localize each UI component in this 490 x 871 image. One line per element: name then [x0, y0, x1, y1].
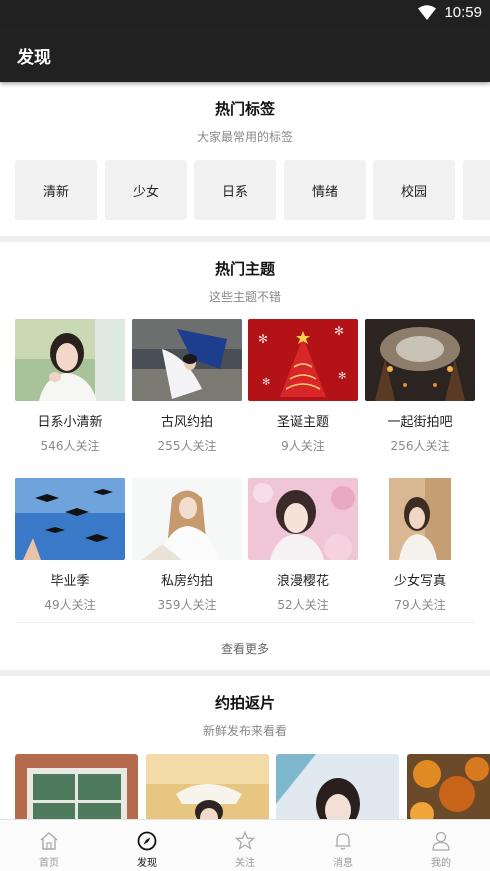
hot-tags-subtitle: 大家最常用的标签 — [196, 130, 293, 144]
wifi-icon — [418, 5, 436, 20]
theme-name: 毕业季 — [50, 574, 90, 589]
theme-image — [365, 478, 475, 560]
theme-name: 圣诞主题 — [276, 415, 329, 430]
theme-card[interactable]: 私房约拍 359人关注 — [132, 478, 242, 613]
theme-card[interactable]: 一起街拍吧 256人关注 — [365, 319, 475, 454]
view-more-link[interactable]: 查看更多 — [0, 640, 490, 657]
return-photo[interactable] — [407, 754, 490, 819]
hot-tags-section: 热门标签 大家最常用的标签 清新 少女 日系 情绪 校园 — [0, 82, 490, 236]
theme-image — [365, 319, 475, 401]
bottom-navigation: 首页 发现 关注 消息 我的 — [0, 819, 490, 871]
theme-name: 浪漫樱花 — [276, 574, 329, 589]
theme-image — [15, 319, 125, 401]
page-title: 发现 — [17, 48, 51, 68]
theme-name: 古风约拍 — [160, 415, 213, 430]
returns-subtitle: 新鲜发布来看看 — [202, 724, 287, 738]
hot-themes-title: 热门主题 — [214, 260, 275, 278]
bell-icon — [335, 833, 351, 850]
svg-text:✻: ✻ — [262, 377, 270, 388]
tag-chip[interactable]: 校园 — [373, 160, 455, 220]
home-icon — [40, 832, 58, 850]
theme-image — [132, 319, 242, 401]
tag-chip[interactable]: 少女 — [105, 160, 187, 220]
nav-messages[interactable]: 消息 — [294, 820, 392, 871]
star-icon — [235, 831, 255, 850]
theme-card[interactable]: 毕业季 49人关注 — [15, 478, 125, 613]
returns-title: 约拍返片 — [214, 694, 275, 712]
return-photo[interactable] — [15, 754, 138, 819]
svg-text:✻: ✻ — [338, 371, 346, 382]
hot-themes-subtitle: 这些主题不错 — [208, 290, 281, 304]
theme-name: 一起街拍吧 — [387, 415, 453, 430]
nav-label: 消息 — [333, 858, 353, 869]
nav-me[interactable]: 我的 — [392, 820, 490, 871]
tag-chip[interactable]: 情绪 — [284, 160, 366, 220]
theme-follow-count: 52人关注 — [277, 598, 329, 612]
status-bar: 10:59 — [0, 0, 490, 26]
nav-home[interactable]: 首页 — [0, 820, 98, 871]
tag-chip[interactable]: 日系 — [194, 160, 276, 220]
tag-chip[interactable] — [463, 160, 490, 220]
person-icon — [432, 831, 450, 851]
returns-section: 约拍返片 新鲜发布来看看 — [0, 676, 490, 819]
theme-image — [132, 478, 242, 560]
theme-follow-count: 255人关注 — [157, 439, 217, 453]
tag-chip[interactable]: 清新 — [15, 160, 97, 220]
return-photo[interactable] — [146, 754, 269, 819]
return-photo[interactable] — [276, 754, 399, 819]
theme-follow-count: 79人关注 — [394, 598, 446, 612]
theme-follow-count: 49人关注 — [44, 598, 96, 612]
hot-tags-title: 热门标签 — [214, 100, 275, 118]
theme-follow-count: 9人关注 — [281, 439, 325, 453]
app-bar: 发现 — [0, 26, 490, 82]
theme-name: 日系小清新 — [37, 415, 103, 430]
theme-card[interactable]: 古风约拍 255人关注 — [132, 319, 242, 454]
divider — [15, 622, 475, 623]
theme-image — [248, 478, 358, 560]
compass-icon — [137, 831, 157, 851]
nav-label: 发现 — [137, 858, 157, 869]
svg-text:✻: ✻ — [334, 324, 344, 338]
theme-card[interactable]: 少女写真 79人关注 — [365, 478, 475, 613]
nav-label: 首页 — [39, 858, 59, 869]
theme-image: ✻ ✻ ✻ ✻ — [248, 319, 358, 401]
theme-follow-count: 256人关注 — [390, 439, 450, 453]
hot-themes-section: 热门主题 这些主题不错 日系小清新 546人关注 古风约拍 255人关注 ✻ ✻… — [0, 242, 490, 670]
nav-discover[interactable]: 发现 — [98, 820, 196, 871]
theme-name: 私房约拍 — [160, 574, 213, 589]
svg-text:✻: ✻ — [258, 332, 268, 346]
theme-card[interactable]: 日系小清新 546人关注 — [15, 319, 125, 454]
nav-label: 关注 — [235, 858, 255, 869]
theme-follow-count: 546人关注 — [40, 439, 100, 453]
theme-card[interactable]: 浪漫樱花 52人关注 — [248, 478, 358, 613]
discover-scroll-area[interactable]: 热门标签 大家最常用的标签 清新 少女 日系 情绪 校园 热门主题 这些主题不错 — [0, 82, 490, 819]
theme-follow-count: 359人关注 — [157, 598, 217, 612]
theme-card[interactable]: ✻ ✻ ✻ ✻ 圣诞主题 9人关注 — [248, 319, 358, 454]
theme-image — [15, 478, 125, 560]
theme-name: 少女写真 — [393, 574, 446, 589]
nav-label: 我的 — [431, 858, 451, 869]
nav-follow[interactable]: 关注 — [196, 820, 294, 871]
status-time: 10:59 — [444, 4, 482, 21]
